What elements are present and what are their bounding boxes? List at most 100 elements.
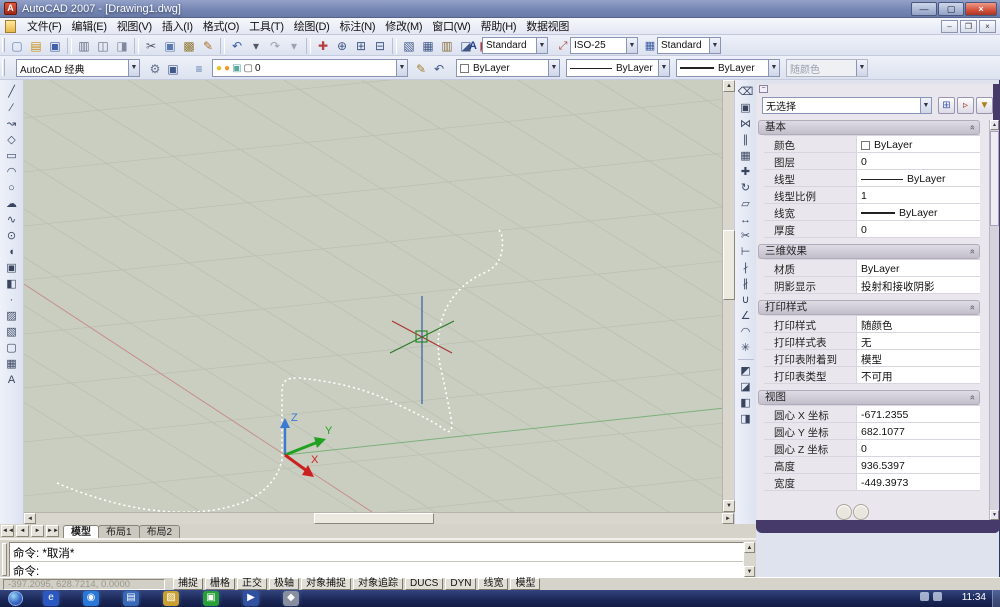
- ellipse-arc-icon[interactable]: ◖: [3, 244, 21, 260]
- mdi-close-button[interactable]: ×: [979, 20, 996, 33]
- insert-block-icon[interactable]: ▣: [3, 260, 21, 276]
- section-header[interactable]: 视图«: [758, 390, 980, 405]
- toolbar-grip[interactable]: [2, 59, 5, 76]
- taskbar-media-player-icon[interactable]: ◉: [83, 591, 99, 606]
- chevron-down-icon[interactable]: ▼: [548, 60, 559, 76]
- redo-icon[interactable]: ↷: [266, 37, 284, 54]
- scale-icon[interactable]: ▱: [737, 196, 755, 212]
- cut-icon[interactable]: ✂: [142, 37, 160, 54]
- property-value[interactable]: 682.1077: [856, 423, 980, 439]
- layer-properties-manager-icon[interactable]: ≡: [190, 60, 208, 77]
- taskbar-green-app-icon[interactable]: ▣: [203, 591, 219, 606]
- break-at-point-icon[interactable]: ∤: [737, 260, 755, 276]
- copy-icon[interactable]: ▣: [737, 100, 755, 116]
- draworder-bring-above-icon[interactable]: ◧: [737, 395, 755, 411]
- workspace-combo[interactable]: AutoCAD 经典▼: [16, 59, 140, 77]
- scroll-up-icon[interactable]: ▲: [723, 80, 735, 92]
- quick-select-button[interactable]: ▼: [976, 97, 993, 114]
- hatch-icon[interactable]: ▨: [3, 308, 21, 324]
- prev-tab-button[interactable]: ◄: [16, 525, 29, 537]
- chevron-down-icon[interactable]: ▼: [396, 60, 407, 76]
- property-value[interactable]: ByLayer: [856, 136, 980, 152]
- coordinate-display[interactable]: -397.2095, 628.7214, 0.0000: [3, 579, 165, 590]
- chevron-down-icon[interactable]: ▼: [709, 38, 720, 53]
- layer-color-swatch-icon[interactable]: ▢: [244, 63, 253, 74]
- property-value[interactable]: 投射和接收阴影: [856, 277, 980, 293]
- text-style-combo[interactable]: Standard▼: [482, 37, 548, 54]
- taskbar-clock[interactable]: 11:34: [962, 592, 986, 603]
- menu-item-insert[interactable]: 插入(I): [157, 17, 198, 35]
- table-icon[interactable]: ▦: [3, 356, 21, 372]
- taskbar-video-player-icon[interactable]: ▶: [243, 591, 259, 606]
- rotate-icon[interactable]: ↻: [737, 180, 755, 196]
- next-tab-button[interactable]: ►: [31, 525, 44, 537]
- circle-icon[interactable]: ○: [3, 180, 21, 196]
- explode-icon[interactable]: ✳: [737, 340, 755, 356]
- property-value[interactable]: ByLayer: [856, 204, 980, 220]
- scroll-down-icon[interactable]: ▼: [723, 500, 735, 512]
- command-prompt-line[interactable]: 命令:: [10, 562, 743, 576]
- layer-previous-icon[interactable]: ↶: [430, 60, 448, 77]
- collapse-chevron-icon[interactable]: «: [966, 125, 979, 130]
- toggle-polar[interactable]: 极轴: [269, 578, 299, 590]
- drawing-canvas[interactable]: Z Y X: [24, 80, 734, 512]
- menu-item-window[interactable]: 窗口(W): [427, 17, 475, 35]
- command-window-grip[interactable]: [2, 543, 7, 576]
- chevron-down-icon[interactable]: ▼: [536, 38, 547, 53]
- chevron-down-icon[interactable]: ▼: [658, 60, 669, 76]
- collapse-chevron-icon[interactable]: «: [966, 305, 979, 310]
- scroll-down-icon[interactable]: ▼: [744, 566, 755, 577]
- chevron-down-icon[interactable]: ▼: [626, 38, 637, 53]
- zoom-window-icon[interactable]: ⊞: [352, 37, 370, 54]
- select-objects-button[interactable]: ▹: [957, 97, 974, 114]
- arc-icon[interactable]: ◠: [3, 164, 21, 180]
- property-value[interactable]: -671.2355: [856, 406, 980, 422]
- menu-item-draw[interactable]: 绘图(D): [289, 17, 335, 35]
- palette-scrollbar[interactable]: ▲ ▼: [989, 120, 999, 520]
- point-icon[interactable]: ·: [3, 292, 21, 308]
- palette-resize-grip[interactable]: [853, 504, 869, 520]
- linetype-combo[interactable]: ByLayer▼: [566, 59, 670, 77]
- tab-layout1[interactable]: 布局1: [98, 525, 140, 538]
- palette-title-bar[interactable]: −: [756, 84, 993, 94]
- minimize-button[interactable]: —: [911, 2, 937, 16]
- close-button[interactable]: ×: [965, 2, 997, 16]
- property-value[interactable]: -449.3973: [856, 474, 980, 490]
- menu-item-edit[interactable]: 编辑(E): [67, 17, 112, 35]
- draworder-send-back-icon[interactable]: ◪: [737, 379, 755, 395]
- toggle-ortho[interactable]: 正交: [237, 578, 267, 590]
- line-icon[interactable]: ╱: [3, 84, 21, 100]
- scroll-up-icon[interactable]: ▲: [990, 120, 999, 130]
- collapse-chevron-icon[interactable]: «: [966, 395, 979, 400]
- vertical-scrollbar[interactable]: ▲ ▼: [722, 80, 734, 512]
- publish-icon[interactable]: ◨: [113, 37, 131, 54]
- chevron-down-icon[interactable]: ▼: [920, 98, 931, 113]
- scroll-thumb[interactable]: [990, 131, 999, 226]
- tool-palettes-icon[interactable]: ▥: [438, 37, 456, 54]
- menu-item-view[interactable]: 视图(V): [112, 17, 157, 35]
- chamfer-icon[interactable]: ∠: [737, 308, 755, 324]
- ellipse-icon[interactable]: ⊙: [3, 228, 21, 244]
- menu-item-dataview[interactable]: 数据视图: [521, 17, 574, 35]
- taskbar-gray-app-icon[interactable]: ◆: [283, 591, 299, 606]
- palette-minimize-icon[interactable]: −: [759, 85, 768, 93]
- offset-icon[interactable]: ∥: [737, 132, 755, 148]
- property-value[interactable]: 0: [856, 440, 980, 456]
- property-value[interactable]: 无: [856, 333, 980, 349]
- make-block-icon[interactable]: ◧: [3, 276, 21, 292]
- scroll-up-icon[interactable]: ▲: [744, 542, 755, 553]
- mirror-icon[interactable]: ⋈: [737, 116, 755, 132]
- tab-layout2[interactable]: 布局2: [139, 525, 181, 538]
- palette-resize-grip[interactable]: [836, 504, 852, 520]
- maximize-button[interactable]: ▢: [938, 2, 964, 16]
- selection-combo[interactable]: 无选择▼: [762, 97, 932, 114]
- toggle-snap[interactable]: 捕捉: [173, 578, 203, 590]
- toggle-ducs[interactable]: DUCS: [405, 578, 443, 590]
- designcenter-icon[interactable]: ▦: [419, 37, 437, 54]
- menu-item-file[interactable]: 文件(F): [22, 17, 67, 35]
- color-combo[interactable]: ByLayer▼: [456, 59, 560, 77]
- property-value[interactable]: 0: [856, 221, 980, 237]
- toggle-lwt[interactable]: 线宽: [478, 578, 508, 590]
- taskbar-explorer-window-icon[interactable]: ▤: [123, 591, 139, 606]
- gradient-icon[interactable]: ▧: [3, 324, 21, 340]
